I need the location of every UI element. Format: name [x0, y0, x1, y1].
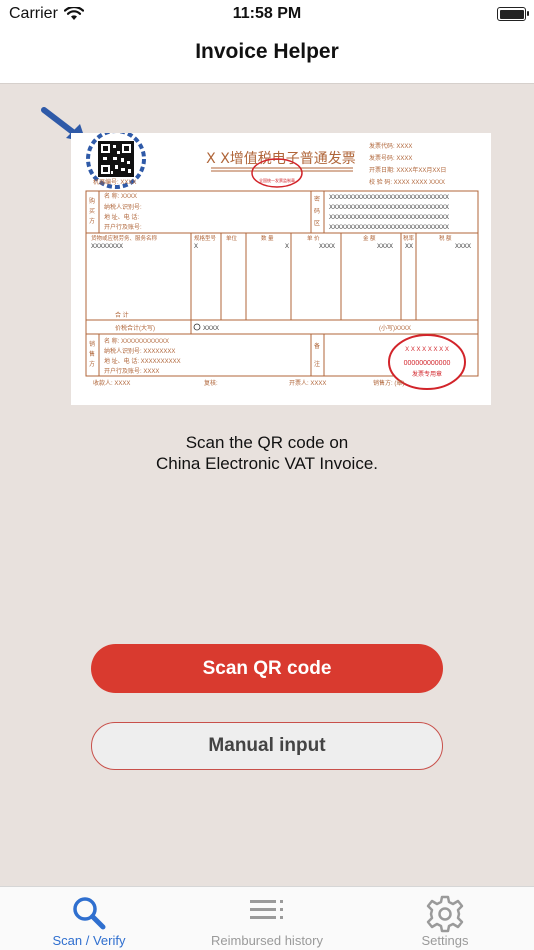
header-field: 开票日期: XXXX年XX月XX日 — [369, 166, 446, 174]
svg-text:方: 方 — [89, 217, 95, 225]
svg-text:售: 售 — [89, 350, 95, 358]
svg-text:销: 销 — [89, 340, 95, 348]
buyer-field: 开户行及账号: — [104, 223, 142, 231]
buyer-field: 纳税人识别号: — [104, 203, 142, 211]
magnifier-icon — [73, 897, 106, 930]
amount-value: XXXX — [203, 326, 219, 332]
invoice-illustration: 机器编号: XXXX X X增值税电子普通发票 全国统一发票监制章 发票代码: … — [71, 133, 491, 405]
tab-label: Settings — [421, 933, 469, 948]
instruction-line-2: China Electronic VAT Invoice. — [155, 454, 379, 473]
battery-icon — [497, 7, 529, 21]
footer-field: 收款人: XXXX — [93, 379, 130, 387]
header-field: 发票代码: XXXX — [369, 142, 412, 150]
item-header: 税率 — [403, 234, 415, 242]
item-header: 金 额 — [363, 234, 376, 242]
footer-field: 复核: — [204, 379, 218, 387]
item-cell: X — [285, 244, 289, 250]
header-field: 发票号码: XXXX — [369, 154, 412, 162]
cipher-row: XXXXXXXXXXXXXXXXXXXXXXXXXXXXXX — [329, 215, 449, 221]
item-cell: XXXX — [377, 244, 393, 250]
scan-qr-code-button[interactable]: Scan QR code — [91, 644, 443, 693]
tab-bar: Scan / Verify Reimbursed history Setting… — [0, 886, 534, 950]
tab-settings[interactable]: Settings — [356, 887, 534, 950]
cipher-row: XXXXXXXXXXXXXXXXXXXXXXXXXXXXXX — [329, 205, 449, 211]
cipher-row: XXXXXXXXXXXXXXXXXXXXXXXXXXXXXX — [329, 195, 449, 201]
tab-reimbursed-history[interactable]: Reimbursed history — [178, 887, 356, 950]
tab-label: Reimbursed history — [211, 933, 323, 948]
seller-field: 纳税人识别号: XXXXXXXX — [104, 347, 175, 355]
seller-field: 地 址、电 话: XXXXXXXXXX — [104, 357, 181, 365]
total-label: 合 计 — [115, 311, 129, 319]
buyer-field: 名 称: XXXX — [104, 192, 137, 200]
list-icon — [250, 900, 283, 919]
buyer-field: 地 址、电 话: — [104, 213, 139, 221]
tab-label: Scan / Verify — [52, 933, 126, 948]
header-field: 校 验 码: XXXX XXXX XXXX — [369, 178, 445, 186]
seal-number: 000000000000 — [404, 360, 451, 367]
footer-field: 开票人: XXXX — [289, 380, 326, 387]
seal-arc: X X X X X X X X — [405, 347, 449, 353]
item-cell: XXXX — [455, 244, 471, 250]
page-title: Invoice Helper — [195, 40, 339, 63]
item-header: 规格型号 — [194, 234, 217, 242]
item-cell: X — [194, 244, 198, 250]
svg-text:购: 购 — [89, 197, 95, 205]
item-cell: XXXXXXXX — [91, 244, 123, 250]
cipher-row: XXXXXXXXXXXXXXXXXXXXXXXXXXXXXX — [329, 225, 449, 231]
clock: 11:58 PM — [232, 5, 302, 22]
svg-text:密: 密 — [314, 195, 320, 203]
manual-input-button[interactable]: Manual input — [91, 722, 443, 770]
top-bar: Carrier 11:58 PM Invoice Helper — [0, 0, 534, 84]
item-header: 税 额 — [439, 234, 452, 242]
item-cell: XX — [405, 244, 413, 250]
svg-text:码: 码 — [314, 207, 320, 215]
item-header: 货物或应税劳务、服务名称 — [91, 234, 158, 242]
seal-text: 发票专用章 — [412, 370, 442, 378]
svg-text:全国统一发票监制章: 全国统一发票监制章 — [259, 177, 295, 183]
item-cell: XXXX — [319, 244, 335, 250]
tab-scan-verify[interactable]: Scan / Verify — [0, 887, 178, 950]
item-header: 数 量 — [261, 234, 274, 242]
svg-text:注: 注 — [314, 360, 320, 368]
svg-text:备: 备 — [314, 342, 320, 350]
svg-text:买: 买 — [89, 207, 95, 215]
machine-number: 机器编号: XXXX — [93, 178, 136, 186]
qr-code-icon — [98, 141, 134, 177]
seller-field: 开户行及账号: XXXX — [104, 367, 159, 375]
status-bar: Carrier 11:58 PM — [0, 0, 534, 28]
item-header: 单 价 — [307, 234, 320, 242]
amount-small: (小写)XXXX — [379, 324, 411, 332]
amount-label: 价税合计(大写) — [115, 324, 155, 332]
footer-field: 销售方: (章) — [373, 379, 404, 387]
svg-text:方: 方 — [89, 360, 95, 368]
gear-icon — [426, 895, 464, 933]
item-header: 单位 — [226, 234, 238, 242]
svg-text:区: 区 — [314, 220, 320, 227]
instruction-line-1: Scan the QR code on — [185, 433, 349, 452]
seller-field: 名 称: XXXXXXXXXXXX — [104, 337, 169, 345]
instruction-text: Scan the QR code on China Electronic VAT… — [0, 432, 534, 474]
